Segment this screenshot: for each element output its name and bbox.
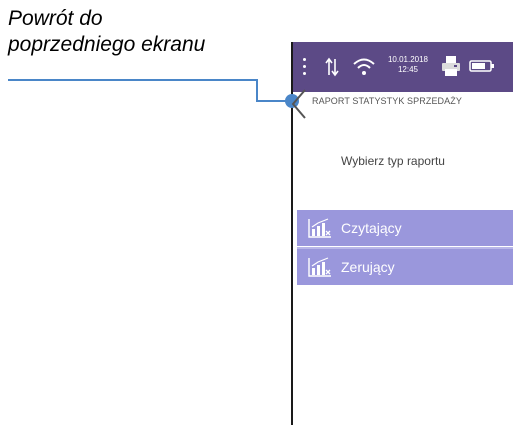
report-option-reading[interactable]: Czytający bbox=[297, 210, 513, 246]
bar-chart-read-icon bbox=[308, 218, 331, 238]
report-type-prompt: Wybierz typ raportu bbox=[341, 154, 445, 168]
callout-annotation: Powrót do poprzedniego ekranu bbox=[8, 6, 205, 58]
report-option-reading-label: Czytający bbox=[341, 220, 402, 236]
callout-connector-horizontal bbox=[256, 100, 288, 102]
status-bar: 10.01.2018 12:45 bbox=[293, 42, 513, 92]
battery-icon bbox=[469, 60, 494, 72]
screen-title: RAPORT STATYSTYK SPRZEDAŻY bbox=[312, 96, 462, 106]
report-option-reset[interactable]: Zerujący bbox=[297, 249, 513, 285]
status-time: 12:45 bbox=[397, 65, 419, 74]
back-arrow-icon[interactable] bbox=[287, 88, 311, 120]
report-option-reset-label: Zerujący bbox=[341, 259, 395, 275]
status-datetime: 10.01.2018 12:45 bbox=[385, 55, 431, 75]
printer-icon bbox=[442, 56, 460, 76]
bar-chart-reset-icon bbox=[308, 257, 331, 277]
menu-dots-icon[interactable] bbox=[303, 58, 307, 76]
callout-connector-vertical bbox=[256, 79, 258, 102]
device-screen: 10.01.2018 12:45 RAPORT STATYSTYK SPRZED… bbox=[293, 42, 513, 425]
callout-line-2: poprzedniego ekranu bbox=[8, 33, 206, 56]
transfer-arrows-icon bbox=[325, 57, 339, 77]
callout-line-1: Powrót do bbox=[8, 7, 103, 30]
wifi-icon bbox=[353, 58, 375, 75]
status-date: 10.01.2018 bbox=[387, 55, 429, 64]
callout-underline bbox=[8, 79, 256, 81]
